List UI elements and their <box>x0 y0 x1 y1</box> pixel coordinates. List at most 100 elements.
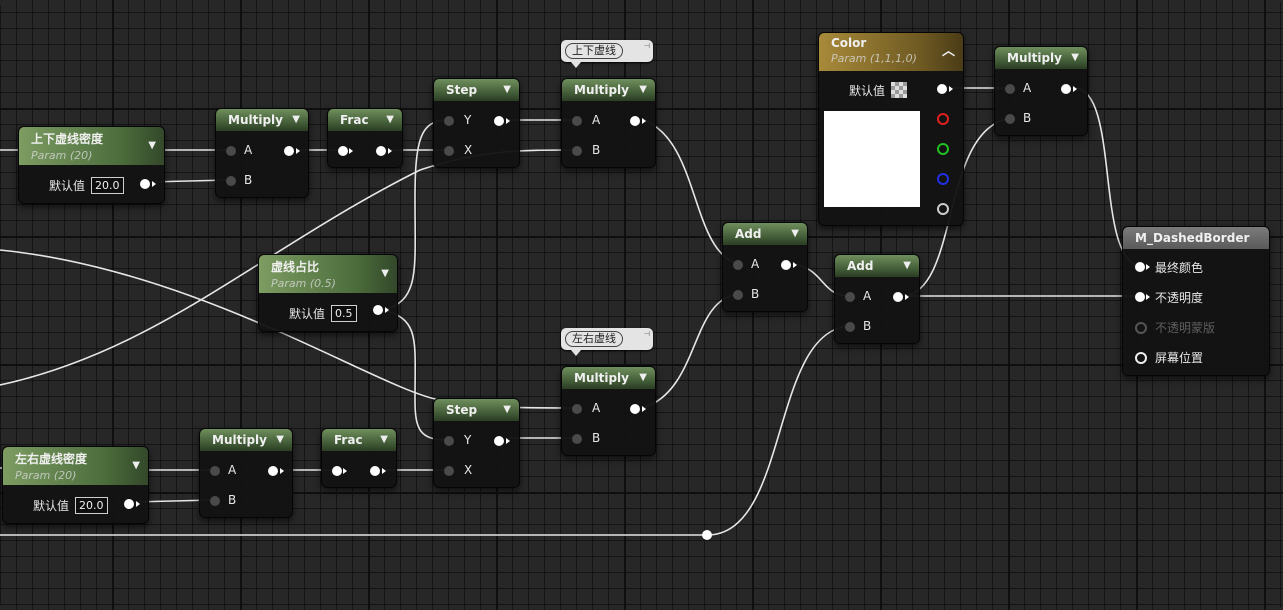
param-node-dash-ratio[interactable]: 虚线占比 Param (0.5) ▼ 默认值 0.5 <box>258 254 398 332</box>
output-pin[interactable] <box>268 466 278 476</box>
input-pin-a[interactable] <box>845 292 855 302</box>
input-pin-a[interactable] <box>572 404 582 414</box>
chevron-up-icon[interactable]: ︿ <box>942 41 955 63</box>
output-pin-g[interactable] <box>937 143 949 155</box>
comment-bubble[interactable]: 左右虚线 ⊣ <box>561 328 653 356</box>
output-pin-a[interactable] <box>937 203 949 215</box>
color-param-node[interactable]: Color Param (1,1,1,0) ︿ 默认值 <box>818 32 964 226</box>
node-header[interactable]: Step ▼ <box>434 399 519 421</box>
input-pin-opacity-mask[interactable] <box>1135 322 1147 334</box>
chevron-down-icon[interactable]: ▼ <box>639 367 647 389</box>
input-pin-b[interactable] <box>210 496 220 506</box>
multiply-node-ud[interactable]: Multiply ▼ A B <box>561 78 656 168</box>
input-pin-a[interactable] <box>226 146 236 156</box>
node-header[interactable]: Multiply ▼ <box>562 367 655 389</box>
material-graph-canvas[interactable]: 上下虚线密度 Param (20) ▼ 默认值 20.0 左右虚线密度 Para… <box>0 0 1283 610</box>
input-pin-screen-position[interactable] <box>1135 352 1147 364</box>
color-swatch-button[interactable] <box>891 82 907 98</box>
input-pin[interactable] <box>332 466 342 476</box>
output-pin-r[interactable] <box>937 113 949 125</box>
input-pin-y[interactable] <box>444 436 454 446</box>
input-pin[interactable] <box>338 146 348 156</box>
output-pin[interactable] <box>494 116 504 126</box>
input-pin-a[interactable] <box>1005 84 1015 94</box>
output-pin-b[interactable] <box>937 173 949 185</box>
chevron-down-icon[interactable]: ▼ <box>380 429 388 451</box>
input-pin-a[interactable] <box>572 116 582 126</box>
output-pin[interactable] <box>140 179 150 189</box>
param-node-ud-density[interactable]: 上下虚线密度 Param (20) ▼ 默认值 20.0 <box>18 126 165 204</box>
pin-icon[interactable]: ⊣ <box>644 330 650 338</box>
chevron-down-icon[interactable]: ▼ <box>381 263 389 285</box>
add-node[interactable]: Add ▼ A B <box>722 222 808 312</box>
chevron-down-icon[interactable]: ▼ <box>276 429 284 451</box>
input-pin-b[interactable] <box>845 322 855 332</box>
material-result-node[interactable]: M_DashedBorder 最终颜色 不透明度 不透明蒙版 屏幕位置 <box>1122 226 1270 376</box>
output-pin[interactable] <box>373 305 383 315</box>
node-header[interactable]: 上下虚线密度 Param (20) ▼ <box>19 127 164 165</box>
output-pin[interactable] <box>630 404 640 414</box>
pin-icon[interactable]: ⊣ <box>644 42 650 50</box>
chevron-down-icon[interactable]: ▼ <box>503 399 511 421</box>
node-header[interactable]: Multiply ▼ <box>995 47 1087 69</box>
chevron-down-icon[interactable]: ▼ <box>292 109 300 131</box>
step-node[interactable]: Step ▼ Y X <box>433 398 520 488</box>
multiply-node[interactable]: Multiply ▼ A B <box>215 108 309 198</box>
node-header[interactable]: Multiply ▼ <box>562 79 655 101</box>
input-pin-a[interactable] <box>733 260 743 270</box>
chevron-down-icon[interactable]: ▼ <box>1071 47 1079 69</box>
node-header[interactable]: Multiply ▼ <box>200 429 292 451</box>
step-node[interactable]: Step ▼ Y X <box>433 78 520 168</box>
comment-bubble[interactable]: 上下虚线 ⊣ <box>561 40 653 68</box>
chevron-down-icon[interactable]: ▼ <box>903 255 911 277</box>
input-pin-x[interactable] <box>444 146 454 156</box>
value-field[interactable]: 20.0 <box>91 177 124 194</box>
input-pin-a[interactable] <box>210 466 220 476</box>
output-pin[interactable] <box>781 260 791 270</box>
output-pin[interactable] <box>124 499 134 509</box>
input-pin-b[interactable] <box>572 434 582 444</box>
chevron-down-icon[interactable]: ▼ <box>148 135 156 157</box>
node-header[interactable]: Add ▼ <box>835 255 919 277</box>
value-field[interactable]: 20.0 <box>75 497 108 514</box>
chevron-down-icon[interactable]: ▼ <box>386 109 394 131</box>
input-pin-y[interactable] <box>444 116 454 126</box>
input-pin-opacity[interactable] <box>1135 292 1145 302</box>
node-header[interactable]: Add ▼ <box>723 223 807 245</box>
node-header[interactable]: Frac ▼ <box>328 109 402 131</box>
input-pin-b[interactable] <box>733 290 743 300</box>
output-pin-rgb[interactable] <box>937 84 947 94</box>
output-pin[interactable] <box>370 466 380 476</box>
input-pin-b[interactable] <box>226 176 236 186</box>
input-pin-final-color[interactable] <box>1135 262 1145 272</box>
node-header[interactable]: Step ▼ <box>434 79 519 101</box>
input-pin-x[interactable] <box>444 466 454 476</box>
node-header[interactable]: M_DashedBorder <box>1123 227 1269 249</box>
input-pin-b[interactable] <box>1005 114 1015 124</box>
output-pin[interactable] <box>284 146 294 156</box>
output-pin[interactable] <box>494 436 504 446</box>
multiply-node[interactable]: Multiply ▼ A B <box>199 428 293 518</box>
chevron-down-icon[interactable]: ▼ <box>503 79 511 101</box>
param-node-lr-density[interactable]: 左右虚线密度 Param (20) ▼ 默认值 20.0 <box>2 446 149 524</box>
chevron-down-icon[interactable]: ▼ <box>132 455 140 477</box>
chevron-down-icon[interactable]: ▼ <box>791 223 799 245</box>
output-pin[interactable] <box>893 292 903 302</box>
multiply-node-color[interactable]: Multiply ▼ A B <box>994 46 1088 136</box>
frac-node[interactable]: Frac ▼ <box>321 428 397 488</box>
frac-node[interactable]: Frac ▼ <box>327 108 403 168</box>
node-header[interactable]: Frac ▼ <box>322 429 396 451</box>
add-node[interactable]: Add ▼ A B <box>834 254 920 344</box>
value-field[interactable]: 0.5 <box>331 305 357 322</box>
pin-label: A <box>863 289 872 303</box>
output-pin[interactable] <box>1061 84 1071 94</box>
output-pin[interactable] <box>630 116 640 126</box>
node-header[interactable]: 左右虚线密度 Param (20) ▼ <box>3 447 148 485</box>
node-header[interactable]: Multiply ▼ <box>216 109 308 131</box>
output-pin[interactable] <box>376 146 386 156</box>
chevron-down-icon[interactable]: ▼ <box>639 79 647 101</box>
input-pin-b[interactable] <box>572 146 582 156</box>
node-header[interactable]: 虚线占比 Param (0.5) ▼ <box>259 255 397 293</box>
node-header[interactable]: Color Param (1,1,1,0) ︿ <box>819 33 963 71</box>
multiply-node-lr[interactable]: Multiply ▼ A B <box>561 366 656 456</box>
